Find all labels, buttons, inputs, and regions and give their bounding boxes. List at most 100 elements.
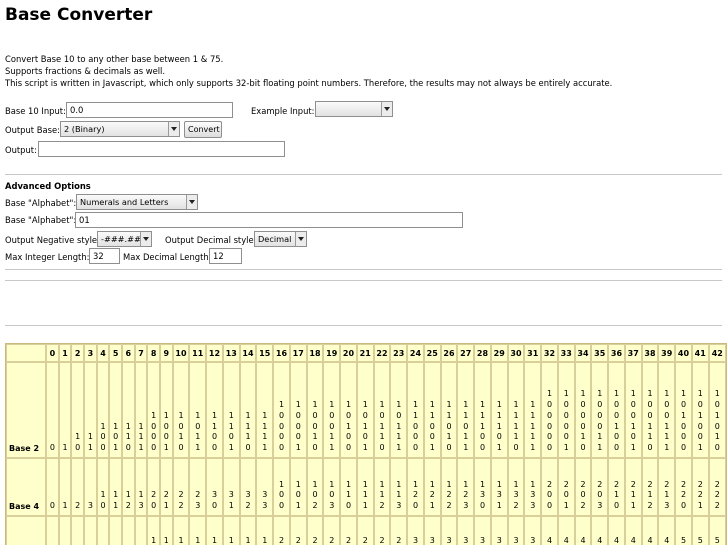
decimal-style-select[interactable]: Decimal xyxy=(254,231,307,247)
column-header: 37 xyxy=(624,344,642,362)
table-cell: 101001 xyxy=(691,362,709,458)
table-cell: 10011 xyxy=(323,362,341,458)
table-cell: 37 xyxy=(524,516,542,545)
alphabet-select-value: Numerals and Letters xyxy=(80,197,169,207)
column-header: 40 xyxy=(675,344,692,362)
table-cell: 132 xyxy=(507,458,525,516)
column-header: 34 xyxy=(574,344,592,362)
column-header: 6 xyxy=(122,344,135,362)
table-cell: 221 xyxy=(691,458,709,516)
column-header: 23 xyxy=(390,344,408,362)
table-cell: 21 xyxy=(159,458,173,516)
chevron-down-icon xyxy=(381,102,392,116)
table-cell: 100010 xyxy=(574,362,592,458)
table-cell: 100 xyxy=(96,362,110,458)
table-cell: 10101 xyxy=(356,362,374,458)
negative-style-select[interactable]: -###.## xyxy=(97,231,152,247)
table-cell: 47 xyxy=(658,516,676,545)
table-cell: 121 xyxy=(423,458,441,516)
column-header: 17 xyxy=(289,344,307,362)
table-cell: 2 xyxy=(71,458,85,516)
table-cell: 21 xyxy=(289,516,307,545)
table-cell: 3 xyxy=(84,458,97,516)
table-cell: 34 xyxy=(474,516,491,545)
table-cell: 100101 xyxy=(624,362,642,458)
row-header: Base 4 xyxy=(6,458,47,516)
table-cell: 10110 xyxy=(373,362,391,458)
table-cell: 1 xyxy=(58,362,72,458)
table-cell: 27 xyxy=(390,516,408,545)
max-decimal-length-label: Max Decimal Length: xyxy=(123,252,212,262)
max-integer-length-input[interactable]: 32 xyxy=(89,248,120,264)
column-header: 33 xyxy=(557,344,575,362)
convert-button[interactable]: Convert xyxy=(184,121,222,138)
table-cell: 46 xyxy=(641,516,659,545)
table-cell: 42 xyxy=(574,516,592,545)
table-cell: 222 xyxy=(708,458,726,516)
table-cell: 211 xyxy=(624,458,642,516)
table-cell: 110 xyxy=(122,362,135,458)
table-row: Base 80123456710111213141516172021222324… xyxy=(6,516,726,545)
table-cell: 20 xyxy=(147,458,160,516)
conversion-table-container: 0 1 2 3 4 5 6 7 8 9 10 11 12 13 14 15 16 17 18 19 20 21 22 23 24… xyxy=(5,343,727,545)
column-header: 28 xyxy=(474,344,491,362)
table-cell: 1001 xyxy=(159,362,173,458)
table-cell: 43 xyxy=(591,516,609,545)
table-cell: 30 xyxy=(206,458,223,516)
example-input-select[interactable] xyxy=(315,101,393,117)
column-header: 36 xyxy=(608,344,625,362)
table-cell: 10 xyxy=(71,362,85,458)
table-cell: 220 xyxy=(675,458,692,516)
table-cell: 100111 xyxy=(658,362,676,458)
table-cell: 210 xyxy=(608,458,625,516)
table-cell: 11110 xyxy=(507,362,525,458)
table-cell: 11 xyxy=(84,362,97,458)
output-base-select[interactable]: 2 (Binary) xyxy=(60,121,180,137)
alphabet-text-input[interactable]: 01 xyxy=(75,212,463,228)
column-header: 27 xyxy=(457,344,475,362)
table-cell: 10001 xyxy=(289,362,307,458)
column-header: 4 xyxy=(96,344,110,362)
column-header: 5 xyxy=(109,344,122,362)
alphabet-select[interactable]: Numerals and Letters xyxy=(76,194,198,210)
table-cell: 1 xyxy=(58,516,72,545)
table-cell: 20 xyxy=(273,516,290,545)
max-decimal-length-input[interactable]: 12 xyxy=(209,248,242,264)
output-base-label: Output Base: xyxy=(5,125,60,135)
column-header: 39 xyxy=(658,344,676,362)
column-header: 0 xyxy=(46,344,59,362)
column-header: 2 xyxy=(71,344,85,362)
table-cell: 111 xyxy=(356,458,374,516)
table-cell: 15 xyxy=(222,516,240,545)
table-cell: 0 xyxy=(46,516,59,545)
column-header: 11 xyxy=(189,344,207,362)
column-header: 30 xyxy=(507,344,525,362)
table-cell: 120 xyxy=(407,458,424,516)
table-cell: 100110 xyxy=(641,362,659,458)
column-header: 42 xyxy=(708,344,726,362)
table-cell: 4 xyxy=(96,516,110,545)
table-cell: 7 xyxy=(134,516,148,545)
output-field[interactable] xyxy=(38,141,285,157)
table-cell: 44 xyxy=(608,516,625,545)
table-cell: 5 xyxy=(109,516,122,545)
column-header: 35 xyxy=(591,344,609,362)
table-cell: 101 xyxy=(289,458,307,516)
example-input-label: Example Input: xyxy=(251,106,315,116)
table-cell: 23 xyxy=(323,516,341,545)
base10-input-label: Base 10 Input: xyxy=(5,106,66,116)
column-header: 26 xyxy=(440,344,458,362)
base10-input[interactable]: 0.0 xyxy=(66,102,233,118)
table-cell: 203 xyxy=(591,458,609,516)
table-cell: 23 xyxy=(189,458,207,516)
table-cell: 32 xyxy=(440,516,458,545)
table-cell: 10 xyxy=(147,516,160,545)
table-cell: 1100 xyxy=(206,362,223,458)
table-cell: 16 xyxy=(239,516,257,545)
column-header: 10 xyxy=(172,344,190,362)
column-header: 22 xyxy=(373,344,391,362)
table-cell: 1011 xyxy=(189,362,207,458)
table-cell: 10111 xyxy=(390,362,408,458)
table-cell: 45 xyxy=(624,516,642,545)
table-cell: 100100 xyxy=(608,362,625,458)
